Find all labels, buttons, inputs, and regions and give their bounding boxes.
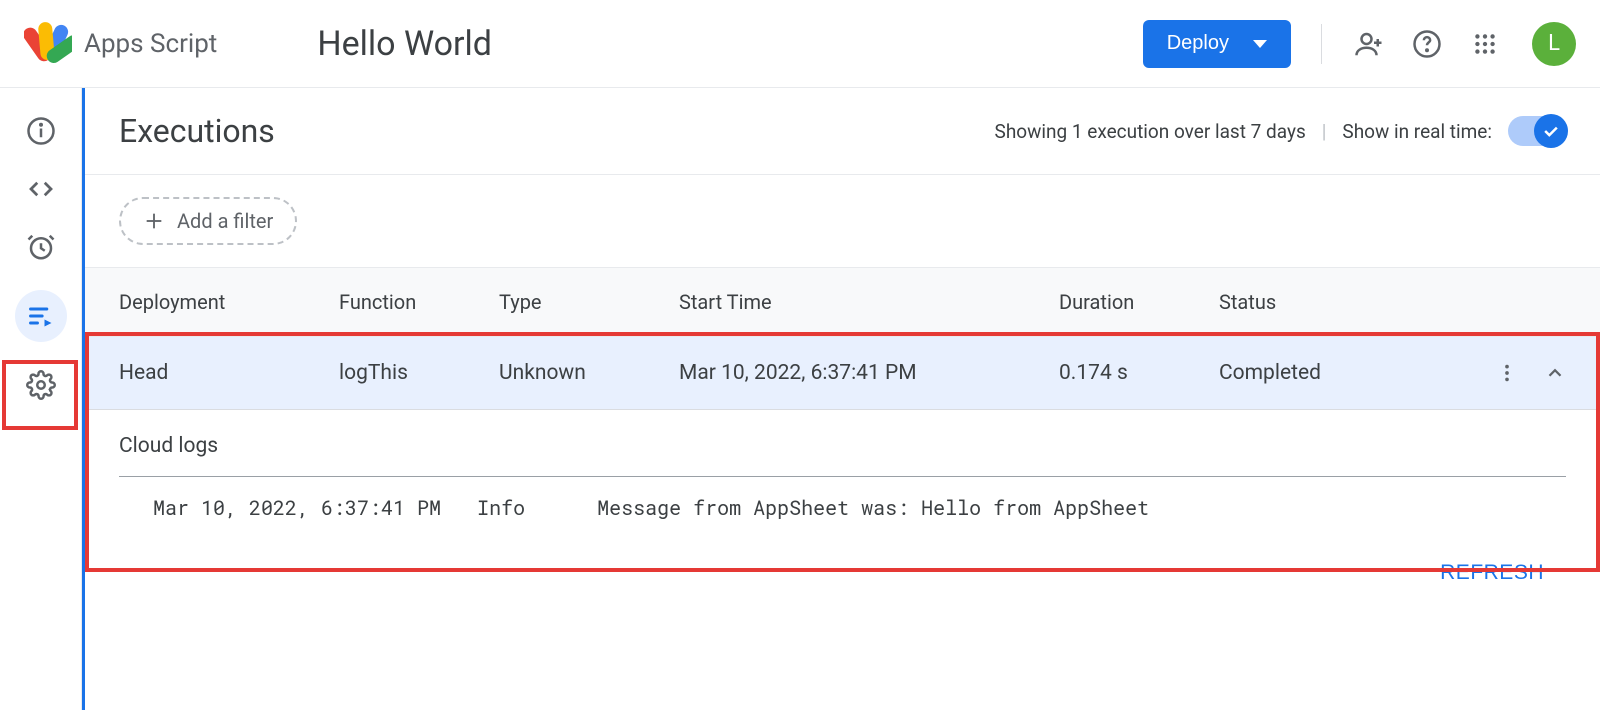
cell-deployment: Head [119,361,339,385]
row-collapse-chevron-up-icon[interactable] [1544,362,1566,384]
cell-duration: 0.174 s [1059,361,1219,385]
triggers-clock-icon[interactable] [26,232,56,262]
realtime-label: Show in real time: [1342,120,1492,143]
refresh-button[interactable]: REFRESH [1440,561,1544,585]
deploy-button[interactable]: Deploy [1143,20,1291,68]
col-duration: Duration [1059,290,1219,314]
col-start-time: Start Time [679,290,1059,314]
log-line: Mar 10, 2022, 6:37:41 PM Info Message fr… [119,495,1566,521]
apps-script-logo-icon [24,20,72,68]
editor-code-icon[interactable] [26,174,56,204]
settings-gear-icon[interactable] [26,370,56,400]
avatar-initial: L [1548,31,1560,56]
project-title[interactable]: Hello World [317,24,492,64]
deploy-label: Deploy [1167,32,1229,55]
logo-block: Apps Script [24,20,217,68]
separator: | [1322,120,1327,143]
share-person-add-icon[interactable] [1354,29,1384,59]
cell-status: Completed [1219,361,1446,385]
row-menu-more-icon[interactable] [1496,362,1518,384]
cloud-logs-title: Cloud logs [119,434,1566,458]
execution-row[interactable]: Head logThis Unknown Mar 10, 2022, 6:37:… [85,337,1600,410]
left-sidebar [0,88,82,710]
chevron-down-icon [1253,40,1267,48]
logs-divider [119,476,1566,477]
main-content: Executions Showing 1 execution over last… [82,88,1600,710]
apps-grid-icon[interactable] [1470,29,1500,59]
col-status: Status [1219,290,1446,314]
toggle-knob-check-icon [1534,114,1568,148]
cell-start-time: Mar 10, 2022, 6:37:41 PM [679,361,1059,385]
col-function: Function [339,290,499,314]
help-icon[interactable] [1412,29,1442,59]
realtime-toggle[interactable] [1508,116,1566,146]
cloud-logs-panel: Cloud logs Mar 10, 2022, 6:37:41 PM Info… [85,410,1600,531]
col-deployment: Deployment [119,290,339,314]
account-avatar[interactable]: L [1532,22,1576,66]
cell-function: logThis [339,361,499,385]
add-filter-chip[interactable]: Add a filter [119,197,297,245]
col-type: Type [499,290,679,314]
page-title: Executions [119,112,275,150]
executions-summary: Showing 1 execution over last 7 days [995,120,1306,143]
filter-row: Add a filter [85,175,1600,268]
product-name: Apps Script [84,29,217,59]
plus-icon [143,210,165,232]
overview-info-icon[interactable] [26,116,56,146]
add-filter-label: Add a filter [177,209,273,233]
app-header: Apps Script Hello World Deploy L [0,0,1600,88]
header-divider [1321,24,1322,64]
cell-type: Unknown [499,361,679,385]
section-header: Executions Showing 1 execution over last… [85,88,1600,175]
executions-icon[interactable] [15,290,67,342]
table-header: Deployment Function Type Start Time Dura… [85,268,1600,337]
